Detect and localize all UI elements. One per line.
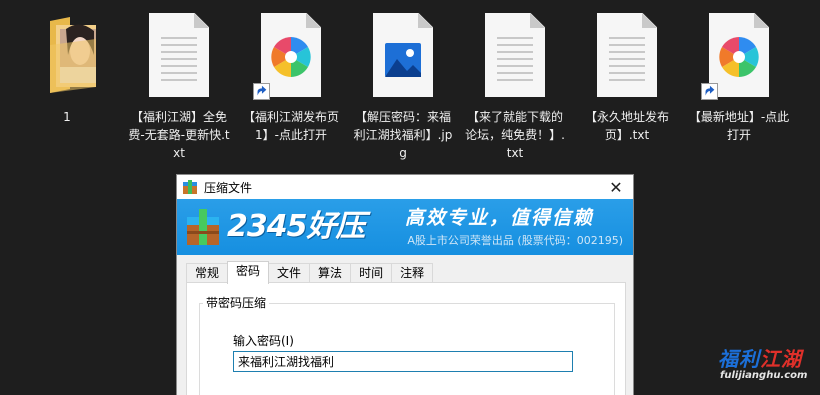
- file-label: 【解压密码：来福利江湖找福利】.jpg: [353, 110, 453, 160]
- watermark-logo: 福利江湖 fulijianghu.com: [718, 343, 818, 389]
- dialog-tabs: 常规 密码 文件 算法 时间 注释: [186, 261, 434, 284]
- desktop-file-image[interactable]: 【解压密码：来福利江湖找福利】.jpg: [348, 10, 458, 162]
- close-icon: ✕: [609, 177, 623, 197]
- haozip-app-icon: [183, 180, 197, 194]
- file-label: 【福利江湖发布页1】-点此打开: [242, 110, 339, 142]
- watermark-text: 福利江湖: [718, 347, 802, 371]
- desktop-file-shortcut[interactable]: 【最新地址】-点此打开: [684, 10, 794, 144]
- file-label: 【福利江湖】全免费-无套路-更新快.txt: [128, 110, 230, 160]
- dialog-titlebar[interactable]: 压缩文件 ✕: [177, 175, 633, 199]
- browser-shortcut-icon: [701, 10, 775, 100]
- compress-dialog: 压缩文件 ✕ 2345好压 高效专业，值得信赖 A股上市公司荣誉出品 (股票代码…: [176, 174, 634, 395]
- close-button[interactable]: ✕: [605, 177, 627, 197]
- image-file-icon: [367, 10, 439, 100]
- password-groupbox: [199, 303, 615, 395]
- file-label: 【最新地址】-点此打开: [688, 110, 790, 142]
- tab-files[interactable]: 文件: [268, 263, 311, 283]
- file-label: 【永久地址发布页】.txt: [584, 110, 669, 142]
- desktop-file-shortcut[interactable]: 【福利江湖发布页1】-点此打开: [236, 10, 346, 144]
- desktop-file-folder-1[interactable]: 1: [12, 10, 122, 126]
- file-label: 【来了就能下载的论坛，纯免费！】.txt: [465, 110, 565, 160]
- text-file-icon: [479, 10, 551, 100]
- banner-logo: 2345好压: [227, 209, 365, 244]
- desktop-file-txt[interactable]: 【来了就能下载的论坛，纯免费！】.txt: [460, 10, 570, 162]
- tab-general[interactable]: 常规: [186, 263, 229, 283]
- browser-shortcut-icon: [253, 10, 327, 100]
- tab-algorithm[interactable]: 算法: [309, 263, 352, 283]
- tab-password[interactable]: 密码: [227, 261, 270, 284]
- brand-banner: 2345好压 高效专业，值得信赖 A股上市公司荣誉出品 (股票代码：002195…: [177, 199, 633, 255]
- password-label: 输入密码(I): [233, 334, 294, 348]
- banner-subtitle: A股上市公司荣誉出品 (股票代码：002195): [407, 234, 623, 247]
- watermark-url: fulijianghu.com: [720, 370, 808, 381]
- text-file-icon: [591, 10, 663, 100]
- password-input[interactable]: [233, 351, 573, 372]
- group-title: 带密码压缩: [203, 294, 270, 311]
- text-file-icon: [143, 10, 215, 100]
- desktop-file-txt[interactable]: 【永久地址发布页】.txt: [572, 10, 682, 144]
- banner-slogan: 高效专业，值得信赖: [405, 207, 595, 229]
- haozip-box-icon: [187, 209, 219, 245]
- shortcut-arrow-icon: [253, 83, 270, 100]
- file-label: 1: [63, 110, 71, 124]
- tab-time[interactable]: 时间: [350, 263, 393, 283]
- dialog-title: 压缩文件: [204, 180, 253, 195]
- folder-icon: [31, 10, 103, 100]
- desktop-file-txt[interactable]: 【福利江湖】全免费-无套路-更新快.txt: [124, 10, 234, 162]
- shortcut-arrow-icon: [701, 83, 718, 100]
- tab-comment[interactable]: 注释: [391, 263, 434, 283]
- password-tab-panel: 带密码压缩 输入密码(I): [186, 282, 626, 395]
